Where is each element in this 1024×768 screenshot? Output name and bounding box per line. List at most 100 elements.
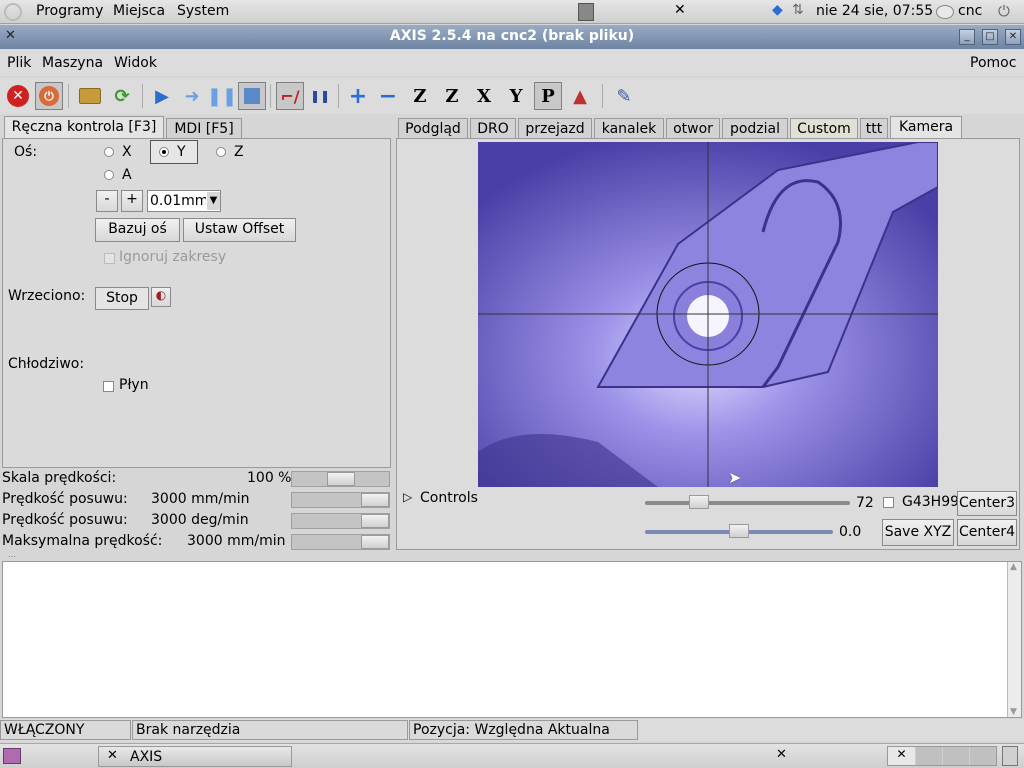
slider-handle[interactable] <box>729 524 749 538</box>
axis-y-radio[interactable] <box>159 147 169 157</box>
view-z-icon[interactable]: Z <box>406 82 434 110</box>
save-xyz-button[interactable]: Save XYZ <box>882 519 954 546</box>
tab-podzial[interactable]: podzial <box>722 118 788 138</box>
trash-icon[interactable] <box>1002 746 1018 766</box>
tab-przejazd[interactable]: przejazd <box>518 118 592 138</box>
gcode-text-area[interactable]: ▲ ▼ <box>2 561 1022 718</box>
menu-system[interactable]: System <box>177 3 229 19</box>
set-offset-button[interactable]: Ustaw Offset <box>183 218 296 242</box>
menu-file[interactable]: Plik <box>7 55 31 71</box>
maximize-icon[interactable]: □ <box>982 29 998 45</box>
spindle-brake-icon[interactable]: ◐ <box>151 287 171 307</box>
slider-handle[interactable] <box>327 472 355 486</box>
workspace-1[interactable]: ✕ <box>888 747 915 765</box>
pane-grip-icon[interactable]: ⋯ <box>8 552 16 561</box>
block-delete-icon[interactable]: ⌐/ <box>276 82 304 110</box>
camera-slider-1[interactable] <box>645 495 850 509</box>
camera-slider-2[interactable] <box>645 524 833 538</box>
run-icon[interactable]: ▶ <box>148 82 176 110</box>
g43-checkbox[interactable] <box>883 497 894 508</box>
workspace-2[interactable] <box>916 747 942 765</box>
override-slider[interactable] <box>291 492 390 508</box>
tab-kanalek[interactable]: kanalek <box>594 118 664 138</box>
gnome-foot-icon[interactable] <box>4 3 22 21</box>
slider-handle[interactable] <box>361 535 389 549</box>
close-icon[interactable]: ✕ <box>1005 29 1021 45</box>
scroll-up-icon[interactable]: ▲ <box>1010 562 1017 572</box>
dropbox-icon[interactable]: ◆ <box>772 2 783 18</box>
axis-x-radio[interactable] <box>104 147 114 157</box>
scroll-down-icon[interactable]: ▼ <box>1010 707 1017 717</box>
scrollbar[interactable]: ▲ ▼ <box>1007 562 1021 717</box>
clock[interactable]: nie 24 sie, 07:55 <box>816 3 933 19</box>
rotate-icon[interactable]: ▲ <box>566 82 594 110</box>
axis-z-radio[interactable] <box>216 147 226 157</box>
view-x-icon[interactable]: X <box>470 82 498 110</box>
clear-plot-icon[interactable]: ✎ <box>610 82 638 110</box>
power-menu-icon[interactable]: ⏻ <box>998 2 1010 20</box>
network-icon[interactable]: ⇅ <box>792 2 804 18</box>
jog-minus-button[interactable]: - <box>96 190 118 212</box>
chevron-down-icon[interactable]: ▼ <box>207 192 220 210</box>
minimize-icon[interactable]: _ <box>959 29 975 45</box>
axis-x-label[interactable]: X <box>122 144 132 160</box>
zoom-out-icon[interactable]: − <box>374 82 402 110</box>
window-titlebar[interactable]: ✕ AXIS 2.5.4 na cnc2 (brak pliku) _ □ ✕ <box>0 25 1024 49</box>
power-icon[interactable]: ⏻ <box>35 82 63 110</box>
menu-machine[interactable]: Maszyna <box>42 55 103 71</box>
reload-icon[interactable]: ⟳ <box>108 82 136 110</box>
xkill-icon[interactable]: ✕ <box>776 747 787 762</box>
tab-dro[interactable]: DRO <box>470 118 516 138</box>
xkill-icon[interactable]: ✕ <box>674 2 686 18</box>
menu-programs[interactable]: Programy <box>36 3 103 19</box>
view-z2-icon[interactable]: Z <box>438 82 466 110</box>
zoom-in-icon[interactable]: + <box>344 82 372 110</box>
stop-icon[interactable] <box>238 82 266 110</box>
controls-expander-label[interactable]: Controls <box>420 490 478 506</box>
camera-view[interactable]: ➤ <box>478 142 938 487</box>
taskbar-axis-button[interactable]: ✕ AXIS <box>98 746 292 767</box>
jog-plus-button[interactable]: + <box>121 190 143 212</box>
tab-custom[interactable]: Custom <box>790 118 858 138</box>
user-name[interactable]: cnc <box>958 3 982 19</box>
axis-a-radio[interactable] <box>104 170 114 180</box>
view-y-icon[interactable]: Y <box>502 82 530 110</box>
menu-places[interactable]: Miejsca <box>113 3 165 19</box>
tab-manual-control[interactable]: Ręczna kontrola [F3] <box>4 116 164 138</box>
center3-button[interactable]: Center3 <box>957 491 1017 516</box>
override-slider[interactable] <box>291 513 390 529</box>
show-desktop-icon[interactable] <box>3 748 21 764</box>
estop-icon[interactable]: ✕ <box>4 82 32 110</box>
increment-select[interactable]: 0.01mm ▼ <box>147 190 221 212</box>
override-slider[interactable] <box>291 471 390 487</box>
spindle-stop-button[interactable]: Stop <box>95 287 149 310</box>
calculator-icon[interactable] <box>578 3 594 21</box>
axis-a-label[interactable]: A <box>122 167 132 183</box>
tab-camera[interactable]: Kamera <box>890 116 962 138</box>
tab-otwor[interactable]: otwor <box>666 118 720 138</box>
tab-mdi[interactable]: MDI [F5] <box>166 118 242 138</box>
slider-handle[interactable] <box>689 495 709 509</box>
workspace-3[interactable] <box>943 747 969 765</box>
axis-y-selected-box[interactable] <box>150 140 198 164</box>
open-file-icon[interactable] <box>76 82 104 110</box>
view-p-icon[interactable]: P <box>534 82 562 110</box>
workspace-4[interactable] <box>970 747 996 765</box>
axis-z-label[interactable]: Z <box>234 144 244 160</box>
step-icon[interactable]: ➜ <box>178 82 206 110</box>
menu-view[interactable]: Widok <box>114 55 157 71</box>
optional-stop-icon[interactable]: ❚❚ <box>306 82 334 110</box>
workspace-switcher[interactable]: ✕ <box>887 746 997 766</box>
menu-help[interactable]: Pomoc <box>970 55 1016 71</box>
home-axis-button[interactable]: Bazuj oś <box>95 218 180 242</box>
ignore-limits-checkbox[interactable] <box>104 253 115 264</box>
controls-expander-icon[interactable]: ▷ <box>403 490 412 504</box>
center4-button[interactable]: Center4 <box>957 519 1017 546</box>
slider-handle[interactable] <box>361 493 389 507</box>
flood-label[interactable]: Płyn <box>119 377 149 393</box>
override-slider[interactable] <box>291 534 390 550</box>
axis-y-label[interactable]: Y <box>177 144 186 160</box>
tab-preview[interactable]: Podgląd <box>398 118 468 138</box>
g43-label[interactable]: G43H99 <box>902 494 959 510</box>
slider-handle[interactable] <box>361 514 389 528</box>
